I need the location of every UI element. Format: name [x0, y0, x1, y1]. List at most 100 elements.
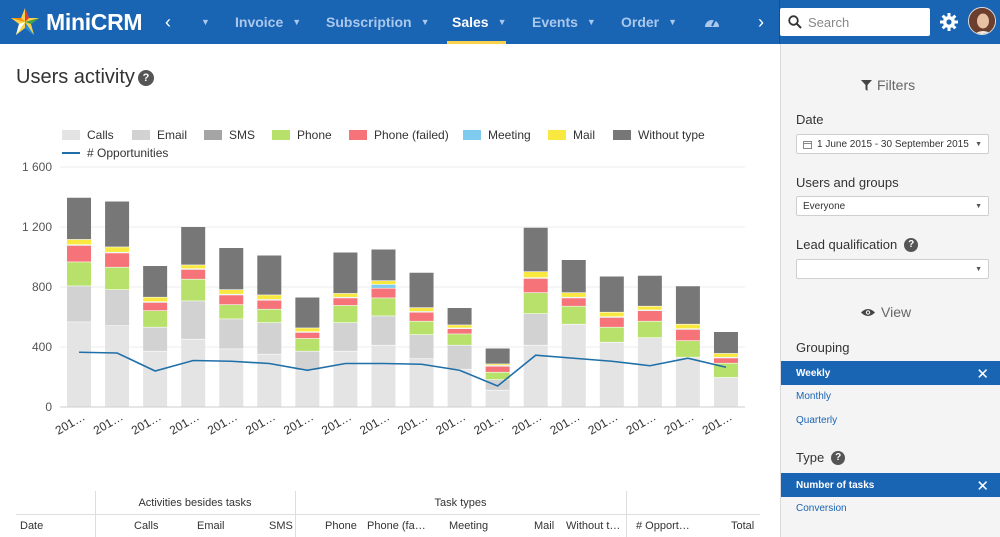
bar-segment [447, 369, 472, 407]
grouping-selected-option[interactable]: Weekly ✕ [781, 361, 1000, 385]
bar-segment [637, 311, 662, 321]
bar-segment [143, 327, 168, 351]
column-header-total[interactable]: Total [731, 520, 754, 532]
lead-qualification-select[interactable]: ▼ [796, 259, 989, 279]
filters-heading: Filters [861, 77, 915, 93]
bar-segment [485, 366, 510, 372]
gear-icon[interactable] [939, 12, 959, 32]
app-logo[interactable]: MiniCRM [10, 7, 143, 37]
column-header-without-type[interactable]: Without t… [566, 520, 620, 532]
nav-item-sales[interactable]: Sales ▼ [452, 0, 507, 44]
x-tick-label: 201… [319, 409, 354, 437]
x-tick-label: 201… [243, 409, 278, 437]
column-header-sms[interactable]: SMS [269, 520, 293, 532]
chevron-down-icon: ▼ [668, 17, 678, 27]
bar-segment [143, 297, 168, 302]
grouping-option-monthly[interactable]: Monthly [796, 391, 831, 402]
bar-segment [599, 327, 624, 342]
nav-prev-button[interactable]: ‹ [156, 0, 180, 44]
bar-segment [637, 275, 662, 306]
chevron-down-icon: ▼ [420, 17, 430, 27]
x-tick-label: 201… [357, 409, 392, 437]
bar-segment [295, 332, 320, 339]
column-header-date[interactable]: Date [20, 520, 43, 532]
bar-segment [333, 293, 358, 297]
remove-type-button[interactable]: ✕ [976, 477, 989, 495]
bar-segment [333, 298, 358, 306]
column-header-phone[interactable]: Phone [325, 520, 357, 532]
bar-segment [485, 348, 510, 364]
users-groups-select[interactable]: Everyone ▼ [796, 196, 989, 216]
nav-item-order[interactable]: Order ▼ [621, 0, 677, 44]
user-photo [969, 8, 995, 34]
bar-segment [371, 288, 396, 298]
bar-segment [523, 227, 548, 272]
nav-item-invoice[interactable]: Invoice ▼ [235, 0, 301, 44]
bar-segment [523, 293, 548, 314]
x-tick-label: 201… [548, 409, 583, 437]
bar-segment [333, 252, 358, 294]
column-header-meeting[interactable]: Meeting [449, 520, 488, 532]
bar-segment [409, 312, 434, 321]
dashboard-nav-item[interactable] [704, 0, 720, 44]
bar-segment [713, 358, 738, 363]
grouping-option-quarterly[interactable]: Quarterly [796, 415, 837, 426]
y-tick-label: 0 [45, 400, 52, 414]
date-range-field[interactable]: 1 June 2015 - 30 September 2015 ▼ [796, 134, 989, 154]
nav-item-events[interactable]: Events ▼ [532, 0, 596, 44]
bar-segment [219, 295, 244, 305]
bar-segment [713, 377, 738, 407]
bar-segment [485, 390, 510, 407]
search-box[interactable] [780, 8, 930, 36]
bar-segment [447, 325, 472, 328]
nav-item-subscription[interactable]: Subscription ▼ [326, 0, 429, 44]
bar-segment [561, 293, 586, 297]
bar-segment [219, 349, 244, 407]
date-range-value: 1 June 2015 - 30 September 2015 [817, 138, 969, 150]
bar-segment [219, 319, 244, 349]
eye-icon [861, 308, 875, 316]
bar-segment [143, 351, 168, 407]
nav-next-button[interactable]: › [749, 0, 773, 44]
remove-grouping-button[interactable]: ✕ [976, 365, 989, 383]
help-icon[interactable]: ? [904, 237, 919, 252]
bar-segment [523, 272, 548, 278]
bar-segment [561, 306, 586, 324]
column-header-mail[interactable]: Mail [534, 520, 554, 532]
bar-segment [295, 371, 320, 407]
bar-segment [333, 305, 358, 323]
search-input[interactable] [808, 14, 926, 30]
bar-segment [105, 247, 130, 252]
nav-item-label: Events [532, 14, 578, 30]
column-header-email[interactable]: Email [197, 520, 225, 532]
bar-segment [409, 321, 434, 335]
column-header-phone-failed[interactable]: Phone (fa… [367, 520, 426, 532]
y-tick-label: 800 [32, 280, 52, 294]
bar-segment [371, 281, 396, 285]
x-tick-label: 201… [433, 409, 468, 437]
bar-segment [295, 351, 320, 371]
bar-segment [105, 267, 130, 290]
app-name: MiniCRM [46, 8, 143, 35]
date-label: Date [796, 112, 824, 127]
type-option-conversion[interactable]: Conversion [796, 503, 847, 514]
nav-more-dropdown[interactable]: ▼ [192, 0, 210, 44]
bar-segment [561, 324, 586, 407]
x-tick-label: 201… [205, 409, 240, 437]
lead-qualification-label: Lead qualification ? [796, 237, 919, 252]
bar-segment [713, 332, 738, 354]
bar-segment [637, 306, 662, 310]
bar-segment [181, 279, 206, 301]
column-header-opportunities[interactable]: # Opport… [636, 520, 690, 532]
grouping-label: Grouping [796, 340, 850, 355]
bar-segment [447, 329, 472, 334]
column-header-calls[interactable]: Calls [134, 520, 158, 532]
bar-segment [371, 345, 396, 407]
type-selected-option[interactable]: Number of tasks ✕ [781, 473, 1000, 497]
user-avatar[interactable] [968, 7, 996, 35]
bar-segment [67, 262, 92, 286]
users-activity-chart: 04008001 2001 600201… 201… 201… 201… 201… 201… [22, 160, 745, 438]
help-icon[interactable]: ? [831, 450, 846, 465]
filter-icon [861, 79, 872, 91]
bar-segment [561, 260, 586, 293]
